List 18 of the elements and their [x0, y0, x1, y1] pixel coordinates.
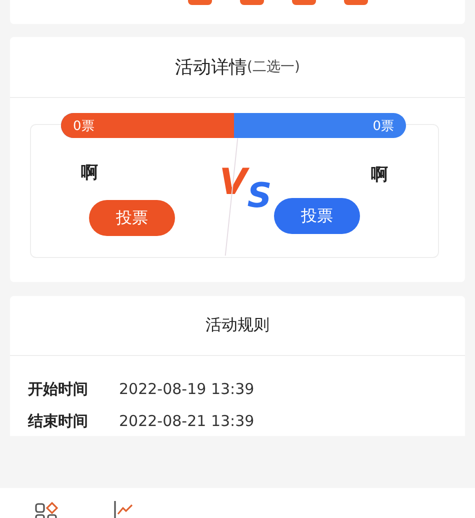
field-label: 开始时间 — [28, 380, 89, 398]
countdown-box — [292, 0, 316, 5]
option-name: 啊 — [371, 164, 388, 186]
vs-logo: VS — [219, 165, 272, 213]
field-value: 2022-08-19 13:39 — [119, 380, 254, 398]
countdown-box — [188, 0, 212, 5]
option-name: 啊 — [81, 162, 98, 184]
card-title: 活动详情(二选一) — [10, 37, 465, 98]
countdown-box — [240, 0, 264, 5]
countdown-box — [344, 0, 368, 5]
vote-button[interactable]: 投票 — [274, 198, 360, 234]
vote-count: 0票 — [372, 118, 395, 134]
grid-icon[interactable] — [34, 501, 60, 518]
field-value: 2022-08-21 13:39 — [119, 412, 254, 430]
card-title: 活动规则 — [10, 296, 465, 356]
field-label: 结束时间 — [28, 412, 89, 430]
vote-count: 0票 — [72, 118, 96, 134]
vote-button[interactable]: 投票 — [89, 200, 175, 236]
